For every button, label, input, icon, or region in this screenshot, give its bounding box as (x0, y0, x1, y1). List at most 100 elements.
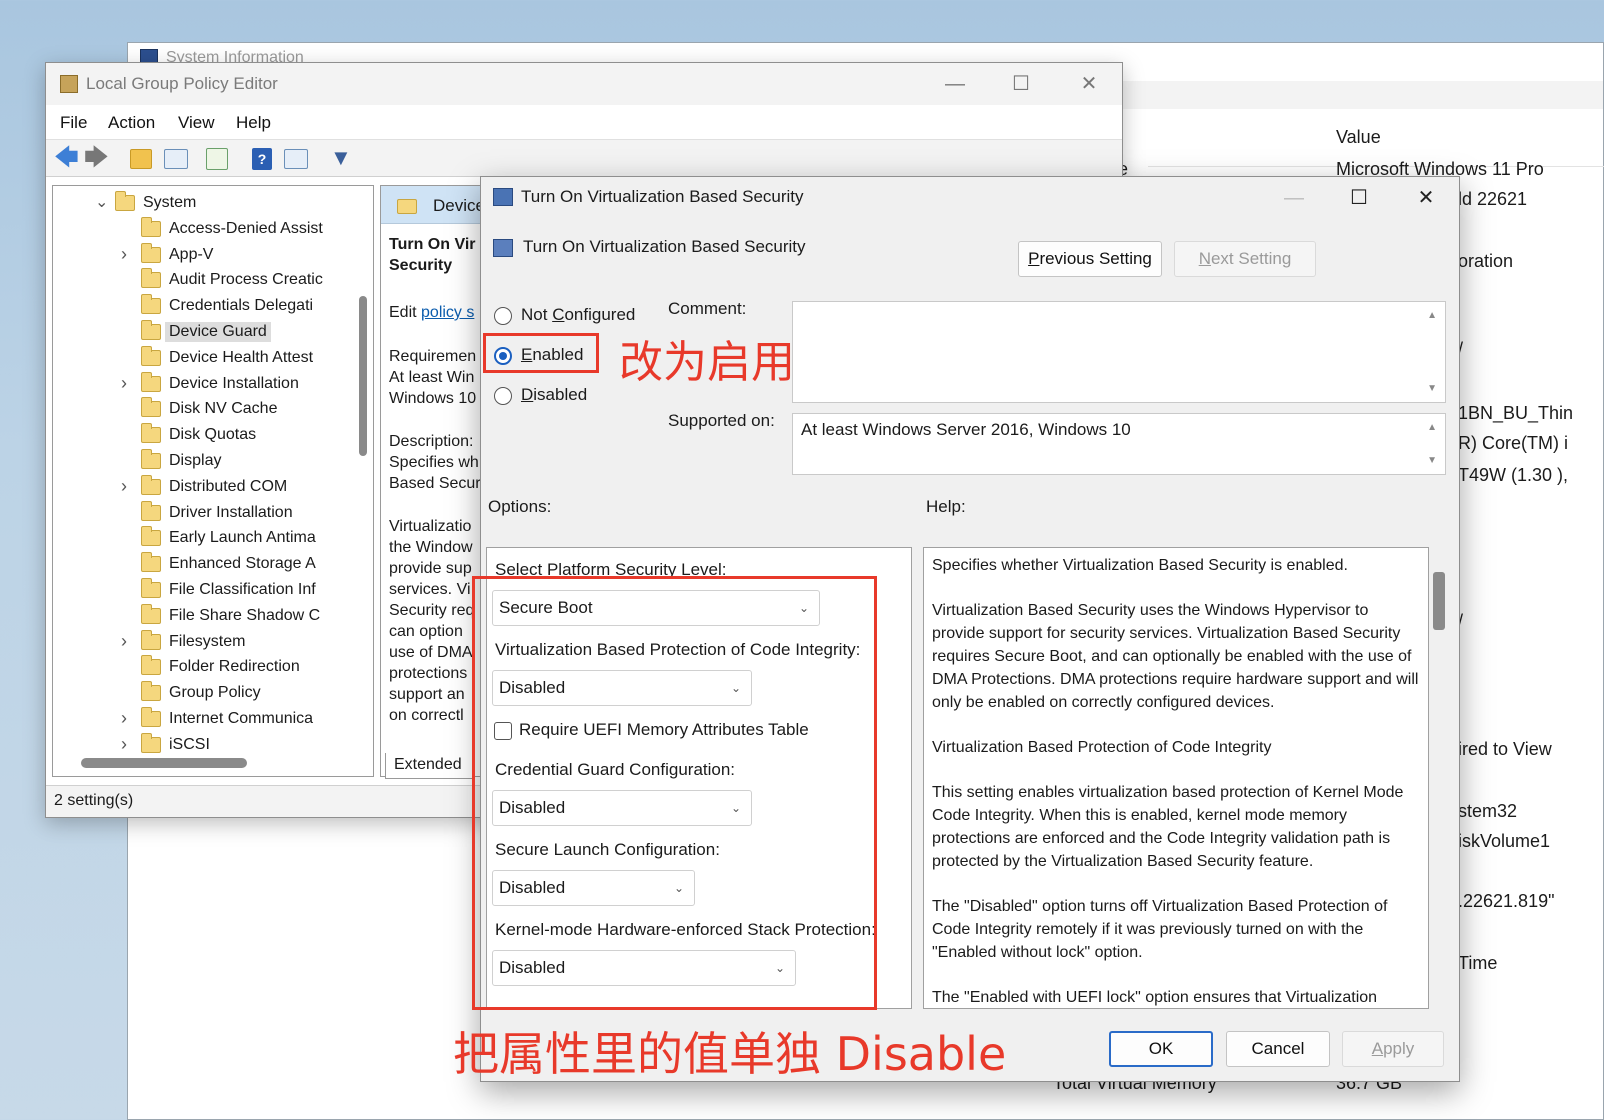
tab-extended[interactable]: Extended (385, 753, 475, 779)
tree-item[interactable]: Credentials Delegati (53, 294, 353, 321)
tree-vertical-scrollbar[interactable] (359, 296, 367, 456)
properties-icon[interactable] (284, 149, 308, 169)
forward-arrow-icon[interactable]: 🡆 (84, 146, 110, 172)
chevron-right-icon[interactable]: › (121, 476, 135, 497)
options-label: Options: (488, 497, 552, 516)
policy-tree-pane[interactable]: ⌄ System Access-Denied Assist › App-V Audit P… (52, 185, 374, 777)
maximize-icon[interactable]: ☐ (998, 69, 1044, 99)
details-policy-title: Turn On Vir Security (389, 236, 476, 274)
tree-item-label: Driver Installation (169, 503, 293, 521)
menu-view[interactable]: View (178, 113, 215, 133)
tree-item[interactable]: Disk Quotas (53, 423, 353, 450)
folder-icon (141, 449, 161, 469)
tree-item[interactable]: Access-Denied Assist (53, 216, 353, 244)
close-icon[interactable]: ✕ (1403, 183, 1449, 213)
sysinfo-value-12: Time (1458, 953, 1498, 973)
radio-disabled[interactable]: Disabled (494, 385, 594, 409)
scroll-up-icon[interactable]: ▲ (1427, 422, 1437, 433)
maximize-icon[interactable]: ☐ (1336, 183, 1382, 213)
folder-icon (141, 242, 161, 263)
menu-action[interactable]: Action (108, 113, 155, 133)
annotation-box-enabled (483, 333, 599, 373)
up-folder-icon[interactable] (130, 149, 152, 169)
details-edit-label: Edit (389, 304, 422, 321)
supported-on-value: At least Windows Server 2016, Windows 10 (801, 420, 1131, 439)
supported-on-field: At least Windows Server 2016, Windows 10… (792, 413, 1446, 475)
dialog-titlebar[interactable]: Turn On Virtualization Based Security — … (481, 177, 1459, 219)
menu-help[interactable]: Help (236, 113, 271, 133)
tree-item[interactable]: › Internet Communica (53, 707, 353, 734)
radio-not-configured-indicator[interactable] (494, 307, 512, 325)
tree-item-label: App-V (169, 245, 214, 263)
status-setting-count: 2 setting(s) (54, 792, 134, 809)
tree-horizontal-scrollbar[interactable] (81, 758, 247, 768)
sysinfo-column-value[interactable]: Value (1336, 127, 1381, 148)
ok-button[interactable]: OK (1109, 1031, 1213, 1067)
show-hide-tree-icon[interactable] (164, 149, 188, 169)
tree-item[interactable]: › Filesystem (53, 629, 353, 657)
tree-item[interactable]: Audit Process Creatic (53, 268, 353, 295)
tree-item-label: Device Health Attest (169, 348, 314, 366)
sysinfo-value-5: R) Core(TM) i (1458, 433, 1568, 453)
apply-button[interactable]: Apply (1342, 1031, 1444, 1067)
minimize-icon[interactable]: — (932, 69, 978, 99)
tree-item[interactable]: › Distributed COM (53, 474, 353, 502)
close-icon[interactable]: ✕ (1066, 69, 1112, 99)
tree-item[interactable]: Device Health Attest (53, 345, 353, 373)
previous-setting-button[interactable]: Previous Setting (1018, 241, 1162, 277)
radio-disabled-indicator[interactable] (494, 387, 512, 405)
filter-icon[interactable]: ▼ (330, 146, 356, 172)
help-paragraph-2: Virtualization Based Protection of Code … (932, 739, 1272, 756)
scroll-down-icon[interactable]: ▼ (1427, 383, 1437, 394)
tree-item[interactable]: › App-V (53, 242, 353, 270)
ok-label: OK (1148, 1039, 1174, 1058)
help-scrollbar[interactable] (1433, 572, 1445, 630)
next-setting-button[interactable]: Next Setting (1174, 241, 1316, 277)
tree-item[interactable]: File Share Shadow C (53, 603, 353, 631)
tree-item[interactable]: › iSCSI (53, 732, 353, 760)
help-icon[interactable]: ? (252, 148, 272, 170)
tree-item-label: Folder Redirection (169, 658, 300, 676)
back-arrow-icon[interactable]: 🡄 (54, 146, 80, 172)
details-header: Device (381, 186, 489, 224)
chevron-right-icon[interactable]: › (121, 373, 135, 394)
minimize-icon[interactable]: — (1271, 183, 1317, 213)
tree-item[interactable]: File Classification Inf (53, 578, 353, 605)
tree-item[interactable]: Early Launch Antima (53, 526, 353, 553)
tree-item[interactable]: Driver Installation (53, 500, 353, 528)
tree-item-label: Distributed COM (169, 477, 288, 495)
comment-textarea[interactable]: ▲ ▼ (792, 301, 1446, 403)
dialog-setting-name: Turn On Virtualization Based Security (523, 237, 806, 256)
tree-item[interactable]: Device Guard (53, 320, 353, 347)
scroll-up-icon[interactable]: ▲ (1427, 310, 1437, 321)
tree-item[interactable]: Enhanced Storage A (53, 552, 353, 579)
sysinfo-value-4: 1BN_BU_Thin (1458, 403, 1574, 423)
tree-item-label: File Classification Inf (169, 581, 316, 598)
policy-setting-icon (493, 239, 513, 257)
radio-disabled-label: Disabled (521, 385, 588, 404)
folder-icon (141, 268, 161, 289)
chevron-right-icon[interactable]: › (121, 708, 135, 729)
tree-item[interactable]: › Device Installation (53, 371, 353, 399)
edit-policy-link[interactable]: policy s (421, 304, 474, 321)
chevron-right-icon[interactable]: › (121, 244, 135, 265)
folder-icon (141, 371, 161, 392)
tree-item[interactable]: Folder Redirection (53, 655, 353, 682)
tree-item[interactable]: Group Policy (53, 681, 353, 708)
chevron-down-icon[interactable]: ⌄ (95, 192, 109, 212)
previous-setting-label: Previous Setting (1028, 249, 1152, 268)
chevron-right-icon[interactable]: › (121, 734, 135, 755)
scroll-down-icon[interactable]: ▼ (1427, 455, 1437, 466)
gpedit-titlebar[interactable]: Local Group Policy Editor — ☐ ✕ (46, 63, 1122, 105)
tree-item[interactable]: Display (53, 449, 353, 476)
export-list-icon[interactable] (206, 148, 228, 170)
chevron-right-icon[interactable]: › (121, 631, 135, 652)
tree-item[interactable]: ⌄ System (53, 191, 353, 218)
supported-on-label: Supported on: (668, 411, 775, 430)
help-paragraph-3: This setting enables virtualization base… (932, 784, 1404, 870)
menu-file[interactable]: File (60, 113, 87, 133)
annotation-box-options (472, 576, 877, 1010)
cancel-button[interactable]: Cancel (1226, 1031, 1330, 1067)
tree-item-label: Internet Communica (169, 710, 314, 727)
tree-item[interactable]: Disk NV Cache (53, 397, 353, 424)
